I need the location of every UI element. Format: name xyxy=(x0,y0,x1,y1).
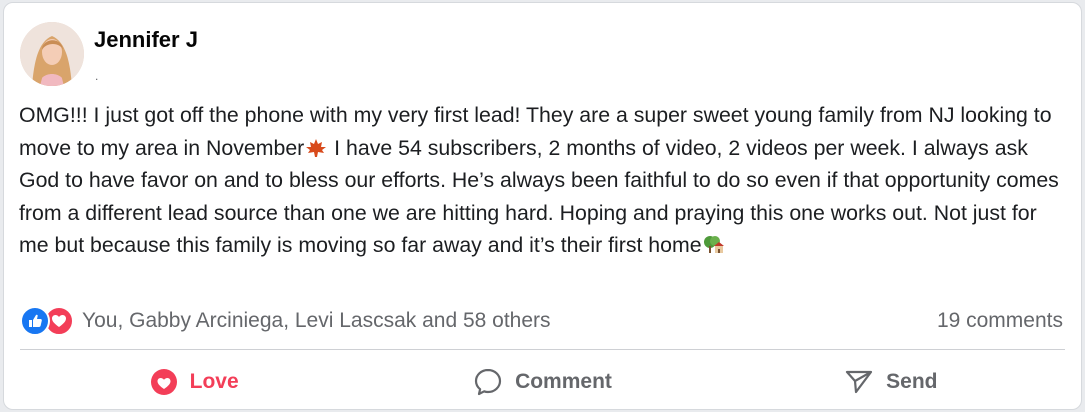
house-tree-icon xyxy=(703,232,725,253)
love-label: Love xyxy=(189,370,239,393)
post-card: Jennifer J . OMG!!! I just got off the p… xyxy=(3,2,1082,410)
avatar[interactable] xyxy=(20,22,84,86)
reaction-names[interactable]: You, Gabby Arciniega, Levi Lascsak and 5… xyxy=(82,309,551,333)
post-body: OMG!!! I just got off the phone with my … xyxy=(19,99,1069,262)
send-button[interactable]: Send xyxy=(717,357,1065,407)
love-button[interactable]: Love xyxy=(20,357,368,407)
send-icon xyxy=(844,367,874,397)
author-name[interactable]: Jennifer J xyxy=(94,27,198,53)
post-meta: . xyxy=(95,69,99,83)
action-bar: Love Comment Send xyxy=(20,357,1065,407)
profile-photo xyxy=(20,22,84,86)
comment-button[interactable]: Comment xyxy=(368,357,716,407)
maple-leaf-icon xyxy=(305,135,327,157)
send-label: Send xyxy=(886,370,938,393)
comment-icon xyxy=(473,367,503,397)
reaction-summary[interactable]: You, Gabby Arciniega, Levi Lascsak and 5… xyxy=(20,306,551,336)
comment-label: Comment xyxy=(515,370,612,393)
divider xyxy=(20,349,1065,350)
heart-icon xyxy=(150,368,178,396)
like-icon xyxy=(20,306,50,336)
comment-count[interactable]: 19 comments xyxy=(937,309,1063,333)
